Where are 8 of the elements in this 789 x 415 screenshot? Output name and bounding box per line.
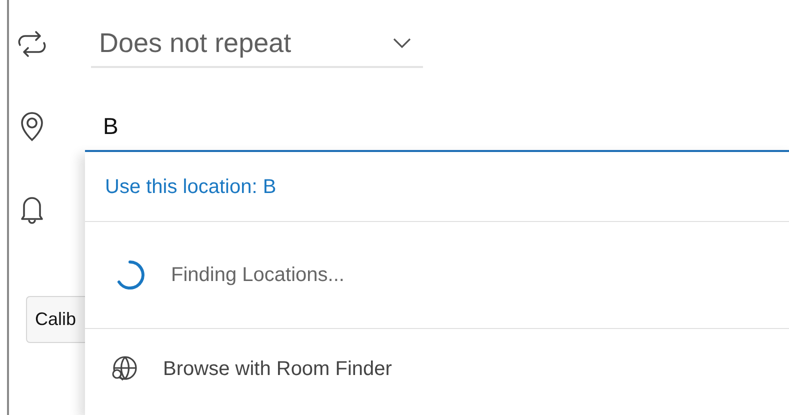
room-finder-option[interactable]: Browse with Room Finder [85,329,789,409]
repeat-dropdown[interactable]: Does not repeat [91,20,423,68]
use-location-option[interactable]: Use this location: B [85,152,789,222]
repeat-value: Does not repeat [99,26,292,60]
location-field[interactable]: B [91,98,789,154]
chevron-down-icon [393,38,411,48]
loading-text: Finding Locations... [171,263,344,288]
font-picker[interactable]: Calib [26,296,85,343]
